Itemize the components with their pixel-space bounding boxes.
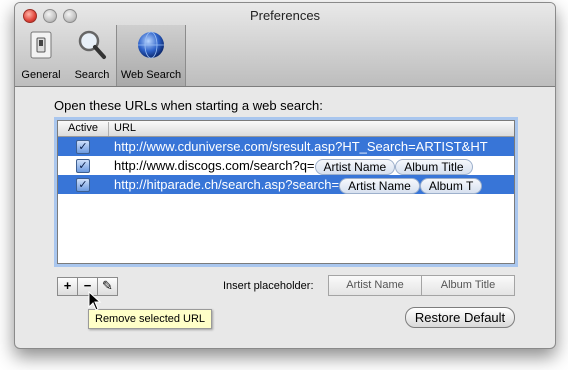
column-header-url[interactable]: URL xyxy=(114,122,136,134)
url-table[interactable]: Active URL ✓ http://www.cduniverse.com/s… xyxy=(57,120,515,264)
active-checkbox[interactable]: ✓ xyxy=(76,178,90,192)
url-text: http://www.discogs.com/search?q= xyxy=(114,158,315,173)
tooltip: Remove selected URL xyxy=(88,309,213,329)
add-url-button[interactable]: + xyxy=(57,277,78,296)
restore-default-button[interactable]: Restore Default xyxy=(405,307,515,328)
window-title: Preferences xyxy=(249,8,321,23)
table-row[interactable]: ✓ http://www.cduniverse.com/sresult.asp?… xyxy=(58,137,514,156)
title-bar: Preferences General Search Web Search xyxy=(15,3,555,87)
album-title-token[interactable]: Album Title xyxy=(395,159,473,175)
table-row[interactable]: ✓ http://www.discogs.com/search?q= Artist… xyxy=(58,156,514,175)
url-text: http://hitparade.ch/search.asp?search= xyxy=(114,177,340,192)
url-text: http://www.cduniverse.com/sresult.asp?HT… xyxy=(114,139,488,154)
placeholder-album-title[interactable]: Album Title xyxy=(421,275,515,296)
urls-prompt: Open these URLs when starting a web sear… xyxy=(54,98,323,113)
table-row[interactable]: ✓ http://hitparade.ch/search.asp?search=… xyxy=(58,175,514,194)
toolbar-search[interactable]: Search xyxy=(69,25,115,86)
artist-name-token[interactable]: Artist Name xyxy=(314,159,396,175)
active-checkbox[interactable]: ✓ xyxy=(76,159,90,173)
album-title-token[interactable]: Album T xyxy=(419,178,483,194)
toolbar-general-label: General xyxy=(21,69,61,81)
placeholder-artist-name[interactable]: Artist Name xyxy=(328,275,422,296)
magnifier-icon xyxy=(78,30,106,59)
globe-icon xyxy=(138,31,164,59)
toolbar-search-label: Search xyxy=(74,69,110,81)
switch-icon xyxy=(30,31,52,59)
mouse-pointer-icon xyxy=(88,291,102,311)
toolbar-web-search[interactable]: Web Search xyxy=(116,25,186,86)
url-cell[interactable]: http://www.discogs.com/search?q= Artist N… xyxy=(114,158,514,175)
insert-placeholder-label: Insert placeholder: xyxy=(223,280,314,292)
toolbar-web-search-label: Web Search xyxy=(120,69,182,81)
toolbar-general[interactable]: General xyxy=(15,25,67,86)
column-header-active[interactable]: Active xyxy=(58,122,109,136)
active-checkbox[interactable]: ✓ xyxy=(76,140,90,154)
url-cell[interactable]: http://hitparade.ch/search.asp?search= Ar… xyxy=(114,177,514,194)
url-cell[interactable]: http://www.cduniverse.com/sresult.asp?HT… xyxy=(114,139,514,154)
artist-name-token[interactable]: Artist Name xyxy=(339,178,420,194)
table-header: Active URL xyxy=(58,121,514,137)
